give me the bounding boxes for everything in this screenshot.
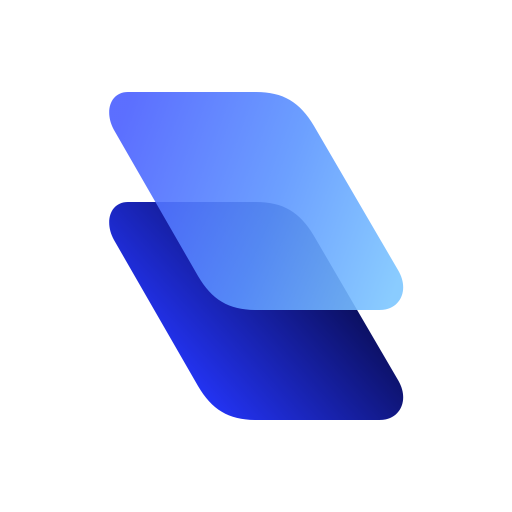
stacked-layers-icon [109, 92, 404, 420]
logo-canvas [0, 0, 512, 512]
